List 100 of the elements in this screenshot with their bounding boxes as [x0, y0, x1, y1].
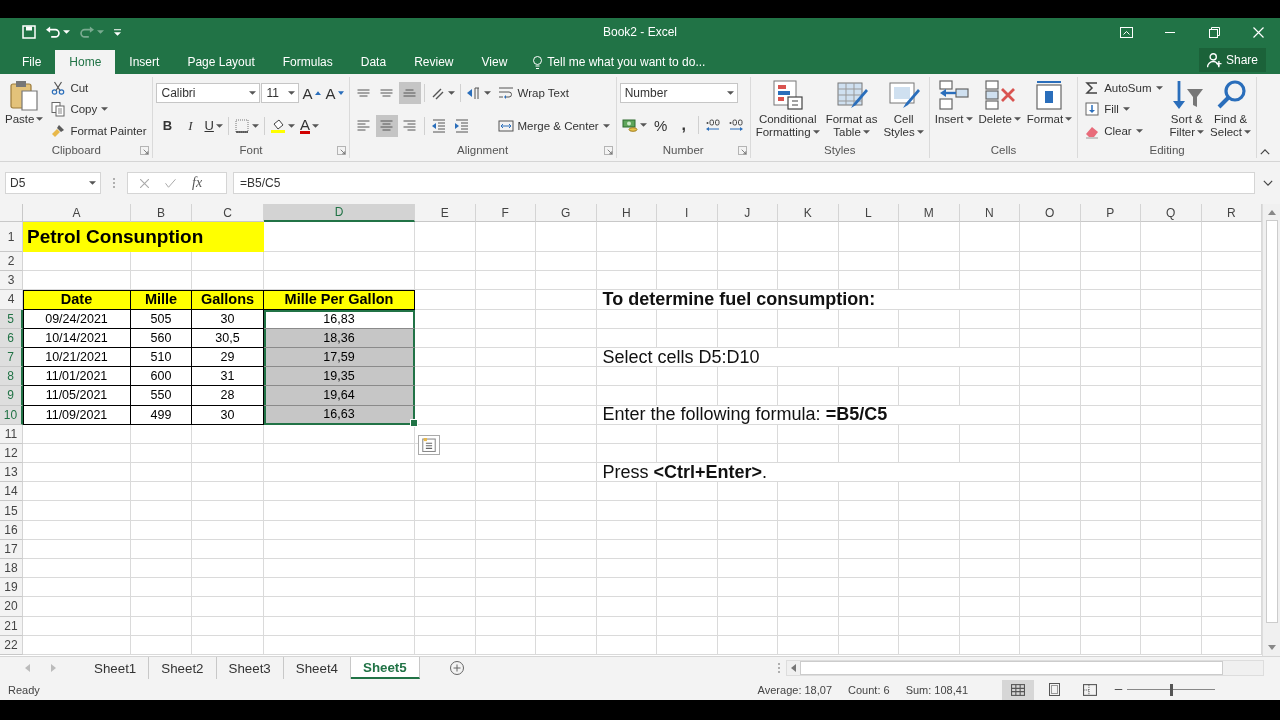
table-cell[interactable]: 10/14/2021	[23, 328, 131, 348]
empty-cell[interactable]	[1141, 309, 1202, 329]
empty-cell[interactable]	[415, 635, 476, 655]
empty-cell[interactable]	[1141, 271, 1202, 291]
empty-cell[interactable]	[959, 597, 1020, 617]
table-cell[interactable]: 09/24/2021	[23, 309, 131, 329]
zoom-slider-thumb[interactable]	[1170, 683, 1173, 696]
empty-cell[interactable]	[1080, 347, 1141, 368]
empty-cell[interactable]	[838, 520, 899, 540]
empty-cell[interactable]	[838, 309, 899, 329]
empty-cell[interactable]	[1080, 539, 1141, 559]
empty-cell[interactable]	[192, 520, 264, 540]
empty-cell[interactable]	[1080, 328, 1141, 348]
empty-cell[interactable]	[717, 501, 778, 521]
corner-arrow-icon[interactable]	[603, 146, 613, 155]
sheet-title[interactable]: Petrol Consunption	[23, 222, 264, 252]
empty-cell[interactable]	[1141, 520, 1202, 540]
empty-cell[interactable]	[264, 443, 415, 464]
table-cell[interactable]: Mille Per Gallon	[264, 290, 415, 310]
empty-cell[interactable]	[778, 635, 839, 655]
row-header[interactable]: 9	[0, 386, 23, 406]
fill-button[interactable]: Fill	[1081, 99, 1133, 120]
column-header[interactable]: D	[264, 204, 415, 222]
empty-cell[interactable]	[778, 539, 839, 559]
empty-cell[interactable]	[131, 539, 192, 559]
column-header[interactable]: O	[1020, 204, 1081, 222]
empty-cell[interactable]	[778, 482, 839, 502]
empty-cell[interactable]	[1141, 501, 1202, 521]
empty-cell[interactable]	[596, 635, 657, 655]
empty-cell[interactable]	[1020, 252, 1081, 272]
empty-cell[interactable]	[192, 578, 264, 598]
table-cell[interactable]: Gallons	[192, 290, 264, 310]
empty-cell[interactable]	[192, 597, 264, 617]
empty-cell[interactable]	[536, 559, 597, 579]
empty-cell[interactable]	[264, 635, 415, 655]
empty-cell[interactable]	[1020, 271, 1081, 291]
empty-cell[interactable]	[899, 597, 960, 617]
empty-cell[interactable]	[959, 559, 1020, 579]
empty-cell[interactable]	[899, 386, 960, 406]
empty-cell[interactable]	[1141, 222, 1202, 252]
empty-cell[interactable]	[717, 616, 778, 636]
empty-cell[interactable]	[415, 252, 476, 272]
empty-cell[interactable]	[415, 616, 476, 636]
empty-cell[interactable]	[264, 616, 415, 636]
empty-cell[interactable]	[192, 252, 264, 272]
empty-cell[interactable]	[1141, 386, 1202, 406]
menu-tab[interactable]: Formulas	[268, 50, 347, 74]
table-cell[interactable]: 19,35	[264, 367, 415, 387]
menu-tab[interactable]: File	[8, 50, 56, 74]
table-cell[interactable]: 11/01/2021	[23, 367, 131, 387]
empty-cell[interactable]	[838, 635, 899, 655]
empty-cell[interactable]	[1020, 386, 1081, 406]
empty-cell[interactable]	[717, 539, 778, 559]
empty-cell[interactable]	[536, 252, 597, 272]
column-header[interactable]: M	[899, 204, 960, 222]
empty-cell[interactable]	[1141, 443, 1202, 464]
empty-cell[interactable]	[1020, 222, 1081, 252]
sheet-tab[interactable]: Sheet5	[351, 657, 420, 679]
empty-cell[interactable]	[415, 463, 476, 483]
enter-button[interactable]	[165, 178, 176, 188]
select-all-button[interactable]	[0, 204, 23, 222]
empty-cell[interactable]	[415, 271, 476, 291]
empty-cell[interactable]	[717, 482, 778, 502]
empty-cell[interactable]	[536, 367, 597, 387]
empty-cell[interactable]	[596, 616, 657, 636]
bold-button[interactable]: B	[156, 114, 179, 137]
row-header[interactable]: 13	[0, 463, 23, 483]
table-cell[interactable]: 10/21/2021	[23, 347, 131, 368]
empty-cell[interactable]	[838, 597, 899, 617]
empty-cell[interactable]	[899, 578, 960, 598]
empty-cell[interactable]	[1020, 501, 1081, 521]
autosum-button[interactable]: AutoSum	[1081, 77, 1166, 98]
empty-cell[interactable]	[717, 559, 778, 579]
shrink-font-button[interactable]: A	[323, 82, 346, 105]
menu-tab[interactable]: Insert	[115, 50, 174, 74]
empty-cell[interactable]	[536, 386, 597, 406]
empty-cell[interactable]	[192, 424, 264, 444]
empty-cell[interactable]	[1080, 559, 1141, 579]
empty-cell[interactable]	[1020, 578, 1081, 598]
empty-cell[interactable]	[192, 559, 264, 579]
empty-cell[interactable]	[778, 252, 839, 272]
empty-cell[interactable]	[596, 520, 657, 540]
empty-cell[interactable]	[1080, 222, 1141, 252]
empty-cell[interactable]	[1080, 252, 1141, 272]
empty-cell[interactable]	[1020, 443, 1081, 464]
empty-cell[interactable]	[899, 635, 960, 655]
column-header[interactable]: H	[596, 204, 657, 222]
empty-cell[interactable]	[838, 424, 899, 444]
empty-cell[interactable]	[131, 501, 192, 521]
align-center-button[interactable]	[375, 114, 398, 137]
empty-cell[interactable]	[596, 222, 657, 252]
empty-cell[interactable]	[657, 222, 718, 252]
corner-arrow-icon[interactable]	[140, 146, 150, 155]
empty-cell[interactable]	[1080, 482, 1141, 502]
row-header[interactable]: 15	[0, 501, 23, 521]
column-header[interactable]: P	[1080, 204, 1141, 222]
empty-cell[interactable]	[1141, 539, 1202, 559]
empty-cell[interactable]	[657, 597, 718, 617]
empty-cell[interactable]	[899, 252, 960, 272]
empty-cell[interactable]	[838, 367, 899, 387]
